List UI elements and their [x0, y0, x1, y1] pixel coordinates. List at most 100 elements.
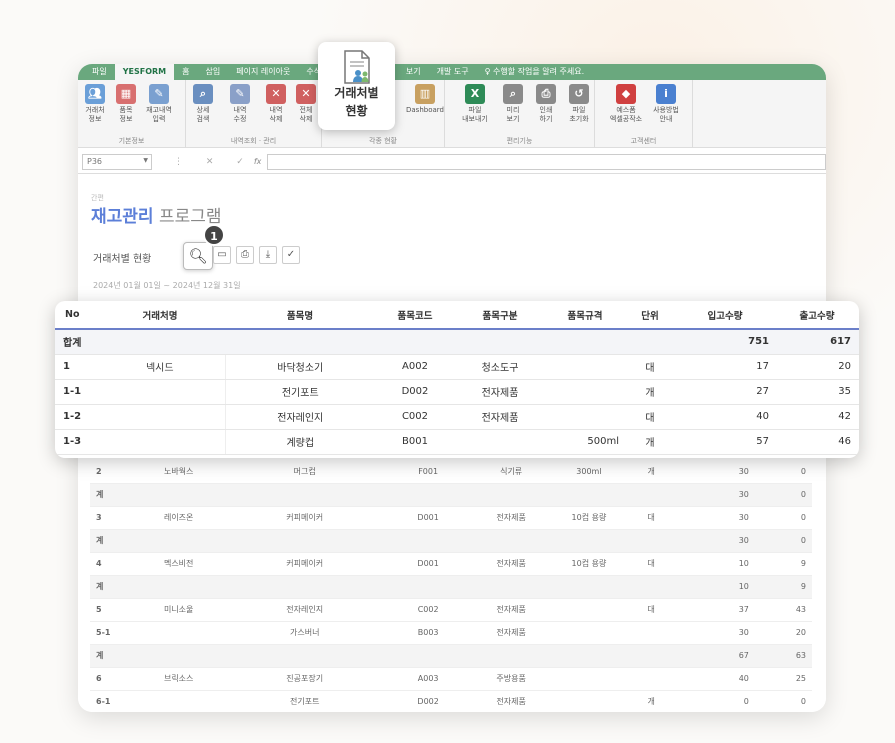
download-icon: ⤓ — [265, 249, 271, 260]
ribbon-tab[interactable]: 보기 — [398, 64, 429, 80]
table-cell: B001 — [375, 429, 455, 455]
ribbon-button-label: 예스폼 엑셀공작소 — [609, 106, 643, 123]
table-cell: 63 — [754, 644, 812, 668]
ribbon-button-search[interactable]: ⌕ 상세 검색 — [188, 82, 218, 124]
item-icon: ▦ — [116, 84, 136, 104]
formula-input[interactable] — [267, 153, 826, 170]
table-cell: 2 — [90, 460, 130, 484]
table-cell: D001 — [381, 506, 475, 530]
table-row: 1 넥시드 바닥청소기 A002 청소도구 대 17 20 — [55, 354, 859, 380]
table-cell: C002 — [375, 404, 455, 430]
ribbon-button-label: 미리 보기 — [506, 106, 520, 123]
table-cell: 37 — [671, 598, 755, 622]
table-cell: 9 — [754, 575, 812, 599]
ribbon-button-preview[interactable]: ⌕ 미리 보기 — [498, 82, 528, 124]
ribbon-button-delete[interactable]: ✕ 내역 삭제 — [261, 82, 291, 124]
ribbon-tab[interactable]: 개발 도구 — [429, 64, 477, 80]
excel-icon: X — [465, 84, 485, 104]
table-cell: 커피메이커 — [227, 552, 382, 576]
column-header: 단위 — [625, 301, 675, 330]
ribbon-button-print[interactable]: ⎙ 인쇄 하기 — [531, 82, 561, 124]
table-cell: 40 — [671, 667, 755, 691]
table-cell — [547, 575, 631, 599]
table-cell: 40 — [675, 404, 775, 430]
table-cell: 0 — [671, 690, 755, 712]
screen-button[interactable]: ▭ — [213, 246, 231, 264]
search-icon: 🔍︎ — [188, 247, 208, 265]
column-header: 품목구분 — [455, 301, 545, 330]
print-button[interactable]: ⎙ — [236, 246, 254, 264]
chevron-down-icon: ▼ — [143, 156, 148, 164]
name-box[interactable]: P36 ▼ — [82, 153, 152, 170]
table-cell — [455, 429, 545, 455]
ribbon-button-people[interactable]: 👥︎ 거래처 정보 — [80, 82, 110, 124]
table-cell: 대 — [630, 552, 672, 576]
table-cell: 0 — [754, 529, 812, 553]
table-header-row: No 거래처명 품목명 품목코드 품목구분 품목규격 단위 입고수량 출고수량 — [55, 301, 859, 330]
ribbon-group-label: 고객센터 — [630, 137, 657, 145]
column-header: 거래처명 — [95, 301, 225, 330]
table-cell — [630, 529, 672, 553]
ribbon-button-yesform[interactable]: ◆ 예스폼 엑셀공작소 — [606, 82, 646, 124]
ribbon-tab-bar: 파일YESFORM홈삽입페이지 레이아웃수식데이터검토보기개발 도구♀ 수행할 … — [78, 64, 826, 80]
preview-icon: ⌕ — [503, 84, 523, 104]
background-table: 2 노바웍스 머그컵 F001 식기류 300ml 개 30 0 계 30 0 3 레이즈온 커피메이커 D0… — [90, 460, 812, 712]
ribbon-button-label: 사용방법 안내 — [653, 106, 679, 123]
ribbon-button-info[interactable]: i 사용방법 안내 — [651, 82, 681, 124]
table-cell: 3 — [90, 506, 130, 530]
table-cell: F001 — [381, 460, 475, 484]
table-cell: 500ml — [545, 429, 625, 455]
step-badge: 1 — [203, 224, 225, 246]
check-button[interactable]: ✓ — [282, 246, 300, 264]
ribbon-button-dashboard[interactable]: ▥ Dashboard — [403, 82, 447, 115]
search-button[interactable]: 🔍︎ — [183, 242, 213, 270]
table-cell: 진공포장기 — [227, 667, 382, 691]
table-cell: 계 — [90, 483, 130, 507]
section-title: 거래처별 현황 — [93, 254, 152, 265]
ribbon-tab[interactable]: 페이지 레이아웃 — [228, 64, 298, 80]
popup-line-1: 거래처별 — [334, 86, 379, 100]
ribbon-button-modify[interactable]: ✎ 내역 수정 — [225, 82, 255, 124]
document-people-icon — [343, 50, 370, 84]
ribbon-button-label: 재고내역 입력 — [146, 106, 172, 123]
ribbon-tab[interactable]: 파일 — [84, 64, 115, 80]
table-cell: 1-3 — [55, 429, 95, 455]
table-cell — [129, 621, 228, 645]
table-cell: 5 — [90, 598, 130, 622]
ribbon-button-label: 상세 검색 — [196, 106, 210, 123]
table-cell: 계량컵 — [225, 429, 375, 455]
download-button[interactable]: ⤓ — [259, 246, 277, 264]
ribbon-button-label: 품목 정보 — [119, 106, 133, 123]
ribbon-button-reset[interactable]: ↺ 파일 초기화 — [564, 82, 594, 124]
table-cell — [129, 483, 228, 507]
table-cell — [129, 529, 228, 553]
table-cell: 10 — [671, 575, 755, 599]
yesform-icon: ◆ — [616, 84, 636, 104]
ribbon-tab[interactable]: 홈 — [174, 64, 197, 80]
formula-icons: ⋮ ✕ ✓ — [174, 156, 254, 167]
ribbon-button-clear-all[interactable]: ✕ 전체 삭제 — [291, 82, 321, 124]
table-cell: 30 — [671, 483, 755, 507]
dealer-status-button[interactable]: 거래처별 현황 — [318, 42, 395, 130]
ribbon-group-label: 기본정보 — [118, 137, 145, 145]
table-cell: 43 — [754, 598, 812, 622]
ribbon-button-item[interactable]: ▦ 품목 정보 — [111, 82, 141, 124]
table-cell — [474, 529, 548, 553]
table-cell: 30 — [671, 506, 755, 530]
table-cell: D002 — [375, 379, 455, 405]
ribbon-tab[interactable]: YESFORM — [114, 64, 175, 80]
table-cell: C002 — [381, 598, 475, 622]
table-cell: 42 — [775, 404, 859, 430]
table-row: 1-2 전자레인지 C002 전자제품 대 40 42 — [55, 404, 859, 430]
table-cell: 25 — [754, 667, 812, 691]
ribbon-tab[interactable]: ♀ 수행할 작업을 알려 주세요. — [477, 64, 593, 80]
table-row: 6 브릭소스 진공포장기 A003 주방용품 40 25 — [90, 667, 812, 691]
ribbon-group-label: 편리기능 — [506, 137, 533, 145]
ribbon-tab[interactable]: 삽입 — [198, 64, 229, 80]
table-cell: 개 — [630, 690, 672, 712]
table-row: 4 멕스비전 커피메이커 D001 전자제품 10컵 용량 대 10 9 — [90, 552, 812, 576]
table-cell: 바닥청소기 — [225, 354, 375, 380]
ribbon-button-excel[interactable]: X 파일 내보내기 — [460, 82, 490, 124]
table-row: 1-1 전기포트 D002 전자제품 개 27 35 — [55, 379, 859, 405]
ribbon-button-edit[interactable]: ✎ 재고내역 입력 — [144, 82, 174, 124]
